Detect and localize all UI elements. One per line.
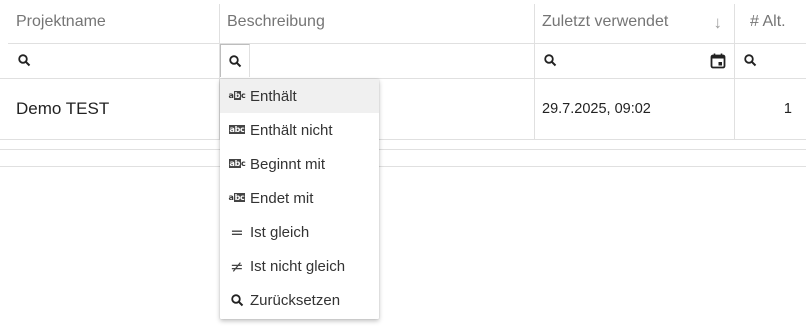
menu-item-label: Ist nicht gleich [250,257,346,275]
filter-row-bottom-border [0,78,806,79]
menu-item-label: Zurücksetzen [250,291,341,309]
menu-item-label: Beginnt mit [250,155,326,173]
search-icon [744,54,758,68]
table-footer-border-2 [0,166,806,167]
ends-with-icon: abc [228,193,246,202]
filter-input-zuletzt-verwendet[interactable] [534,44,734,78]
filter-input-projektname[interactable] [8,44,219,78]
column-header-projektname[interactable]: Projektname [8,0,219,44]
column-header-label: Projektname [16,13,106,30]
menu-item-zuruecksetzen[interactable]: Zurücksetzen [220,283,379,317]
search-icon [18,54,32,68]
column-header-zuletzt-verwendet[interactable]: Zuletzt verwendet ↓ [534,0,734,44]
menu-item-label: Enthält nicht [250,121,333,139]
menu-item-label: Enthält [250,87,297,105]
search-icon [228,293,246,307]
menu-item-endet-mit[interactable]: abc Endet mit [220,181,379,215]
search-icon [229,55,243,69]
menu-item-label: Endet mit [250,189,314,207]
column-header-label: Zuletzt verwendet [542,13,669,30]
cell-alt: 1 [783,101,792,117]
menu-item-label: Ist gleich [250,223,310,241]
table-footer-border [0,149,806,150]
menu-item-ist-nicht-gleich[interactable]: ≠ Ist nicht gleich [220,249,379,283]
sort-descending-icon[interactable]: ↓ [714,13,723,33]
cell-zuletzt-verwendet: 29.7.2025, 09:02 [542,101,651,117]
column-header-alt[interactable]: # Alt. [734,0,806,44]
equals-icon: = [230,222,244,242]
menu-item-enthaelt[interactable]: abc Enthält [220,79,379,113]
not-equals-icon: ≠ [230,256,244,276]
contains-icon: abc [228,91,246,100]
column-header-label: Beschreibung [227,13,325,30]
menu-item-enthaelt-nicht[interactable]: abc Enthält nicht [220,113,379,147]
cell-projektname: Demo TEST [16,99,110,118]
starts-with-icon: abc [228,159,246,168]
search-icon [544,54,558,68]
filter-operator-button[interactable] [220,44,250,77]
menu-item-ist-gleich[interactable]: = Ist gleich [220,215,379,249]
filter-input-beschreibung[interactable] [219,44,534,78]
column-header-label: # Alt. [750,13,786,30]
calendar-icon[interactable] [710,53,726,69]
row-bottom-border [0,139,806,140]
filter-input-alt[interactable] [734,44,806,78]
menu-item-beginnt-mit[interactable]: abc Beginnt mit [220,147,379,181]
not-contains-icon: abc [228,125,246,134]
column-header-beschreibung[interactable]: Beschreibung [219,0,534,44]
filter-operator-menu: abc Enthält abc Enthält nicht abc Beginn… [220,79,379,319]
